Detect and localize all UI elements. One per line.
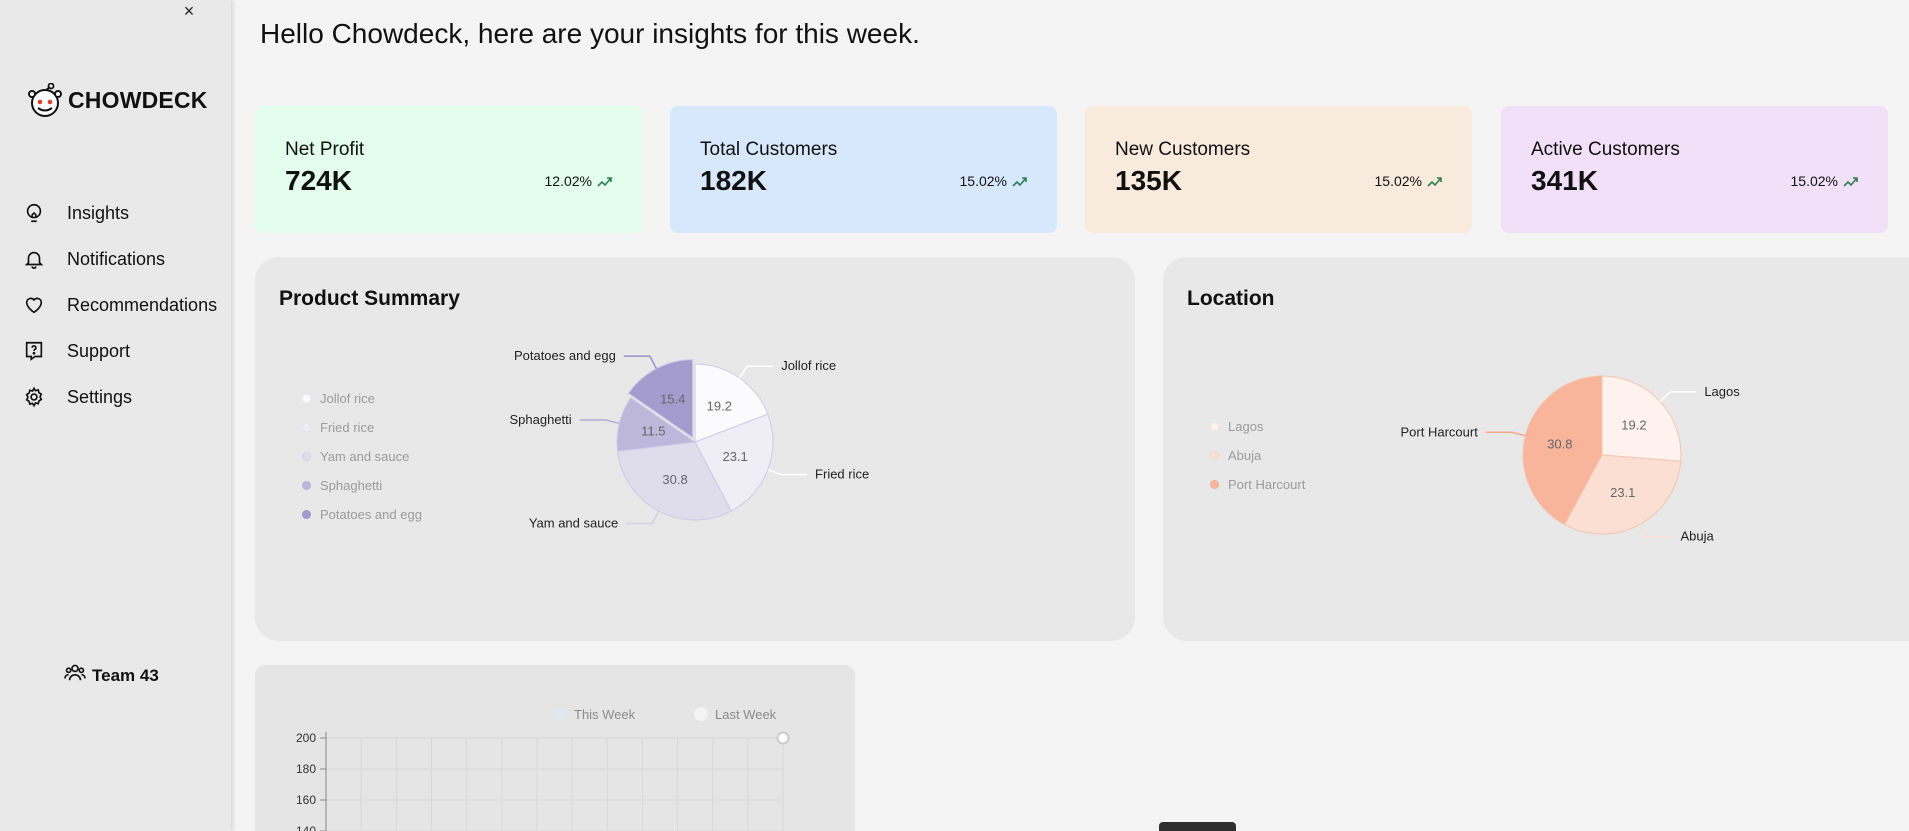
y-tick-label: 200 [296,731,316,745]
stat-value: 724K [285,165,352,196]
pie-label-abuja: Abuja [1680,529,1714,544]
stat-change: 15.02% [1791,173,1858,189]
product-summary-panel: Product Summary Jollof rice Fried rice Yam… [255,257,1135,641]
pie-label-lagos: Lagos [1704,384,1740,399]
slice-value-label: 19.2 [707,399,732,414]
slice-value-label: 23.1 [722,449,747,464]
chowdeck-logo-icon [28,83,62,117]
slice-value-label: 19.2 [1621,418,1646,433]
stat-change: 15.02% [1375,173,1442,189]
help-icon [22,339,46,363]
legend-swatch[interactable] [694,707,708,721]
team-info[interactable]: Team 43 [64,663,159,688]
leader-line [1659,391,1697,402]
stat-title: Active Customers [1531,139,1680,160]
y-tick-label: 160 [296,793,316,807]
leader-line [1485,431,1526,437]
lightbulb-icon [22,201,46,225]
stat-value: 135K [1115,165,1182,196]
stat-change: 12.02% [545,173,612,189]
y-tick-label: 140 [296,824,316,831]
pie-label-fried-rice: Fried rice [815,467,869,482]
total-customers-card[interactable]: Total Customers 182K 15.02% [670,106,1057,233]
stat-title: Net Profit [285,139,365,160]
weekly-line-chart: This Week Last Week 200 180 160 140 [296,707,790,831]
bell-icon [22,247,46,271]
trend-up-icon [1427,176,1442,187]
sidebar-item-notifications[interactable]: Notifications [22,236,217,282]
stat-title: New Customers [1115,139,1251,160]
sidebar-item-support[interactable]: Support [22,328,217,374]
slice-value-label: 23.1 [1610,485,1635,500]
y-tick-label: 180 [296,762,316,776]
gear-icon [22,385,46,409]
pie-label-potatoes-and-egg: Potatoes and egg [514,348,616,363]
team-icon [64,663,86,688]
legend-label-this-week[interactable]: This Week [574,707,636,722]
sidebar-nav: Insights Notifications Recommendations S… [22,190,217,420]
stat-change-value: 15.02% [1790,173,1838,189]
pie-label-sphaghetti: Sphaghetti [510,412,572,427]
net-profit-card[interactable]: Net Profit 724K 12.02% [255,106,642,233]
sidebar-item-label: Support [67,340,131,361]
slice-value-label: 30.8 [1547,436,1572,451]
legend-label-last-week[interactable]: Last Week [715,707,777,722]
pie-label-port-harcourt: Port Harcourt [1401,424,1479,439]
leader-line [623,355,658,369]
team-name: Team 43 [92,665,159,685]
sidebar-item-label: Recommendations [67,294,218,315]
sidebar: × CHOWDECK Insights Notifications Recomm… [0,0,231,831]
stat-change-value: 15.02% [959,173,1007,189]
tooltip [1159,822,1236,831]
new-customers-card[interactable]: New Customers 135K 15.02% [1085,106,1472,233]
location-panel: Location Lagos Abuja Port Harcourt 19.2 Lag… [1163,257,1909,641]
stat-change-value: 12.02% [544,173,592,189]
leader-line [738,365,774,379]
leader-line [767,468,808,476]
trend-up-icon [1012,176,1027,187]
close-sidebar-button[interactable]: × [181,0,197,22]
leader-line [1639,524,1673,538]
sidebar-item-label: Notifications [67,248,166,269]
stat-change: 15.02% [960,173,1027,189]
trend-up-icon [1843,176,1858,187]
product-pie-chart: 19.2 Jollof rice 23.1 Fried rice 30.8 Yam and… [510,348,870,530]
slice-value-label: 11.5 [641,424,665,439]
sidebar-item-label: Settings [67,386,133,407]
sidebar-item-label: Insights [67,202,130,223]
leader-line [626,510,660,525]
sidebar-item-insights[interactable]: Insights [22,190,217,236]
pie-label-jollof-rice: Jollof rice [781,358,836,373]
stat-value: 182K [700,165,767,196]
page-title: Hello Chowdeck, here are your insights f… [260,18,920,49]
brand-name: CHOWDECK [68,86,208,113]
brand-logo[interactable]: CHOWDECK [26,83,208,117]
stat-value: 341K [1531,165,1598,196]
sidebar-item-recommendations[interactable]: Recommendations [22,282,217,328]
sidebar-item-settings[interactable]: Settings [22,374,217,420]
heart-icon [22,293,46,317]
slice-value-label: 15.4 [660,392,685,407]
stat-title: Total Customers [700,139,838,160]
active-customers-card[interactable]: Active Customers 341K 15.02% [1501,106,1888,233]
pie-label-yam-and-sauce: Yam and sauce [529,515,618,530]
slice-value-label: 30.8 [662,472,687,487]
weekly-line-chart-panel: This Week Last Week 200 180 160 140 [255,665,855,831]
legend-swatch[interactable] [553,707,567,721]
data-point[interactable] [776,731,790,745]
location-pie-chart: 19.2 Lagos 23.1 Abuja 30.8 Port Harcourt [1401,375,1740,544]
leader-line [579,419,620,425]
trend-up-icon [597,176,612,187]
stat-change-value: 15.02% [1374,173,1422,189]
